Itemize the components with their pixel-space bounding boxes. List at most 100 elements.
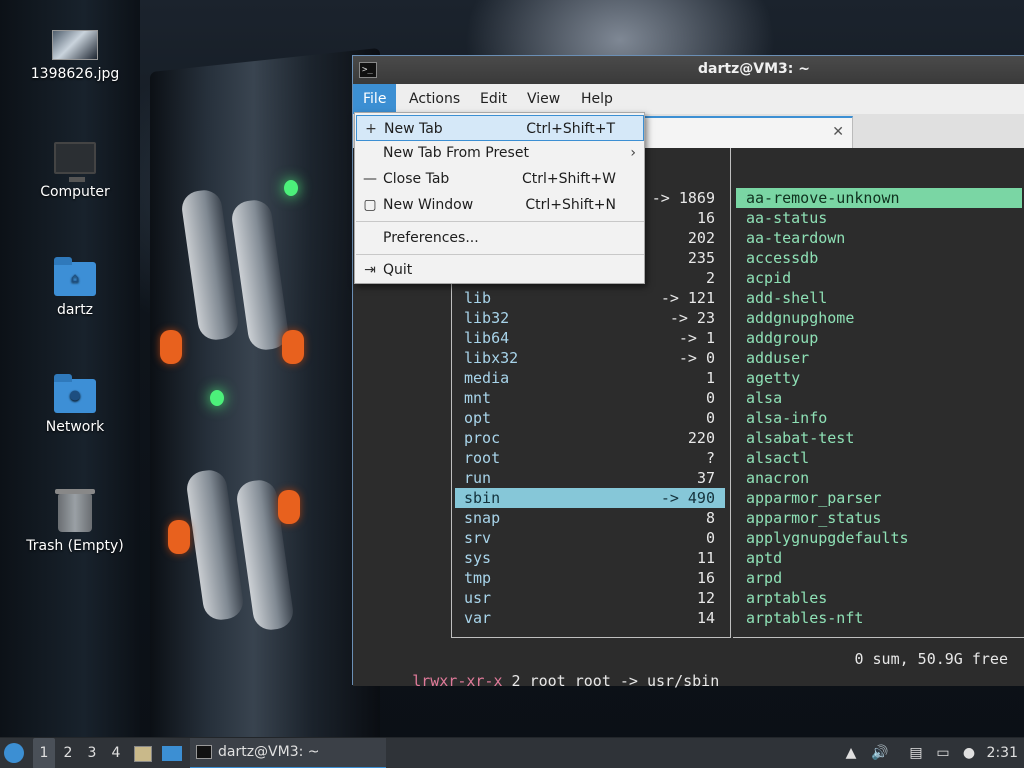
image-file-icon: [52, 30, 98, 60]
entry-count: -> 0: [678, 349, 715, 367]
menu-edit[interactable]: Edit: [470, 84, 517, 114]
show-desktop-button[interactable]: [162, 738, 184, 768]
desktop-icon: [162, 746, 182, 761]
right-pane-row[interactable]: aa-teardown: [736, 228, 1022, 248]
entry-name: libx32: [464, 349, 519, 367]
notification-icon[interactable]: ●: [960, 744, 978, 762]
entry-name: aa-remove-unknown: [746, 189, 900, 207]
status-info: 2 root root -> usr/sbin: [502, 672, 720, 690]
entry-count: -> 121: [660, 289, 715, 307]
right-pane-row[interactable]: aptd: [736, 548, 1022, 568]
right-pane-row[interactable]: acpid: [736, 268, 1022, 288]
left-pane-row[interactable]: root?: [455, 448, 725, 468]
right-pane-row[interactable]: alsactl: [736, 448, 1022, 468]
clock[interactable]: 2:31: [987, 738, 1018, 768]
menu-item-preferences[interactable]: Preferences...: [356, 225, 644, 251]
menu-view[interactable]: View: [517, 84, 570, 114]
network-icon[interactable]: ▭: [934, 744, 952, 762]
menu-item-close-tab[interactable]: — Close Tab Ctrl+Shift+W: [356, 166, 644, 192]
wallpaper-server-rack: [150, 47, 380, 768]
entry-name: lib32: [464, 309, 510, 327]
desktop-icon-computer[interactable]: Computer: [15, 142, 135, 200]
right-pane-row[interactable]: arptables-nft: [736, 608, 1022, 628]
right-pane-row[interactable]: arpd: [736, 568, 1022, 588]
desktop-icon-network[interactable]: ● Network: [15, 374, 135, 435]
workspace-2[interactable]: 2: [57, 738, 79, 768]
file-manager-right-pane[interactable]: aa-remove-unknown aa-status aa-teardown acc…: [733, 186, 1024, 638]
desktop-icon-label: Network: [45, 419, 105, 435]
clipboard-icon[interactable]: ▤: [907, 744, 925, 762]
right-pane-row[interactable]: applygnupgdefaults: [736, 528, 1022, 548]
close-tab-icon[interactable]: ✕: [832, 124, 844, 140]
file-manager-launcher[interactable]: [134, 738, 154, 768]
left-pane-row[interactable]: lib64 -> 1: [455, 328, 725, 348]
desktop-icon-home[interactable]: ⌂ dartz: [15, 257, 135, 318]
right-pane-row[interactable]: alsabat-test: [736, 428, 1022, 448]
taskbar-window-button[interactable]: dartz@VM3: ~: [190, 738, 386, 768]
right-pane-row[interactable]: anacron: [736, 468, 1022, 488]
tab-terminal[interactable]: ✕: [633, 116, 853, 148]
left-pane-row[interactable]: sys 11: [455, 548, 725, 568]
left-pane-row[interactable]: sbin -> 490: [455, 488, 725, 508]
entry-count: -> 23: [669, 309, 715, 327]
menu-item-new-window[interactable]: ▢ New Window Ctrl+Shift+N: [356, 192, 644, 218]
workspace-3[interactable]: 3: [81, 738, 103, 768]
left-pane-row[interactable]: lib -> 121: [455, 288, 725, 308]
desktop-icon-label: 1398626.jpg: [30, 66, 120, 82]
entry-count: 0: [705, 409, 715, 427]
volume-icon[interactable]: 🔊: [871, 744, 889, 762]
left-pane-row[interactable]: opt 0: [455, 408, 725, 428]
computer-icon: [54, 142, 96, 182]
entry-count: 12: [696, 589, 715, 607]
menu-file[interactable]: File: [353, 84, 397, 114]
chevron-right-icon: ›: [630, 145, 636, 161]
right-pane-row[interactable]: apparmor_status: [736, 508, 1022, 528]
left-pane-row[interactable]: media 1: [455, 368, 725, 388]
right-pane-row[interactable]: apparmor_parser: [736, 488, 1022, 508]
menu-item-new-tab-from-preset[interactable]: New Tab From Preset ›: [356, 140, 644, 166]
entry-name: media: [464, 369, 510, 387]
right-pane-row[interactable]: agetty: [736, 368, 1022, 388]
entry-name: lib: [464, 289, 492, 307]
menu-item-label: Quit: [383, 262, 413, 278]
right-pane-row[interactable]: alsa: [736, 388, 1022, 408]
left-pane-row[interactable]: lib32 -> 23: [455, 308, 725, 328]
menu-item-label: New Tab From Preset: [383, 145, 529, 161]
right-pane-row[interactable]: addgroup: [736, 328, 1022, 348]
right-pane-row[interactable]: aa-remove-unknown: [736, 188, 1022, 208]
left-pane-row[interactable]: tmp 16: [455, 568, 725, 588]
entry-name: sys: [464, 549, 492, 567]
desktop-icon-trash[interactable]: Trash (Empty): [15, 489, 135, 554]
right-pane-row[interactable]: aa-status: [736, 208, 1022, 228]
left-pane-row[interactable]: snap 8: [455, 508, 725, 528]
right-pane-row[interactable]: alsa-info: [736, 408, 1022, 428]
entry-name: addgroup: [746, 329, 819, 347]
entry-count: 2: [705, 269, 715, 287]
terminal-status-line: lrwxr-xr-x 2 root root -> usr/sbin 0 sum…: [358, 648, 1020, 690]
menu-item-new-tab[interactable]: + New Tab Ctrl+Shift+T: [356, 115, 644, 141]
menu-item-quit[interactable]: ⇥ Quit: [356, 257, 644, 283]
window-titlebar[interactable]: >_ dartz@VM3: ~: [353, 56, 1024, 84]
left-pane-row[interactable]: var 14: [455, 608, 725, 628]
menu-help[interactable]: Help: [571, 84, 623, 114]
right-pane-row[interactable]: accessdb: [736, 248, 1022, 268]
left-pane-row[interactable]: srv 0: [455, 528, 725, 548]
menu-separator: [356, 254, 644, 255]
desktop-icon-label: Trash (Empty): [26, 538, 124, 554]
workspace-4[interactable]: 4: [105, 738, 127, 768]
left-pane-row[interactable]: mnt 0: [455, 388, 725, 408]
update-icon[interactable]: ▲: [842, 744, 860, 762]
right-pane-row[interactable]: arptables: [736, 588, 1022, 608]
left-pane-row[interactable]: usr 12: [455, 588, 725, 608]
workspace-1[interactable]: 1: [33, 738, 55, 768]
right-pane-row[interactable]: add-shell: [736, 288, 1022, 308]
menu-actions[interactable]: Actions: [399, 84, 470, 114]
left-pane-row[interactable]: libx32 -> 0: [455, 348, 725, 368]
start-menu-button[interactable]: [4, 738, 28, 768]
left-pane-row[interactable]: proc 220: [455, 428, 725, 448]
right-pane-row[interactable]: adduser: [736, 348, 1022, 368]
right-pane-row[interactable]: addgnupghome: [736, 308, 1022, 328]
desktop-icon-image[interactable]: 1398626.jpg: [15, 30, 135, 82]
entry-count: 1: [705, 369, 715, 387]
left-pane-row[interactable]: run 37: [455, 468, 725, 488]
